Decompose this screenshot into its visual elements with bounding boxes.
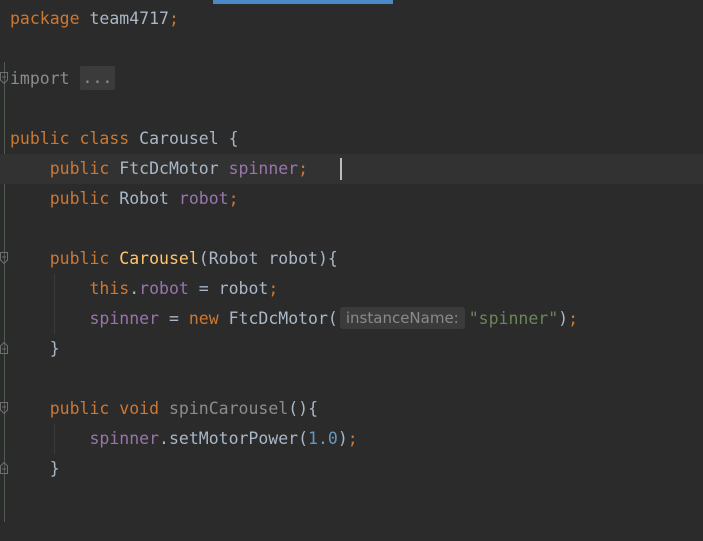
semicolon: ; (168, 9, 179, 28)
dot: . (129, 279, 140, 298)
code-line-method-decl[interactable]: public void spinCarousel(){ (10, 394, 318, 424)
code-line-assign-spinner[interactable]: spinner = new FtcDcMotor(instanceName: "s… (10, 304, 578, 334)
parameters: (Robot robot){ (198, 249, 338, 268)
method-call: .setMotorPower( (159, 429, 309, 448)
code-line-constructor[interactable]: public Carousel(Robot robot){ (10, 244, 338, 274)
code-line-assign-robot[interactable]: this.robot = robot; (10, 274, 278, 304)
semicolon: ; (298, 159, 309, 178)
code-line-set-power[interactable]: spinner.setMotorPower(1.0); (10, 424, 358, 454)
keyword: import (10, 69, 70, 88)
constructor-name: Carousel (119, 249, 199, 268)
brace: { (228, 129, 239, 148)
code-line-field-spinner[interactable]: public FtcDcMotor spinner; (10, 154, 308, 184)
code-editor[interactable]: package team4717; import ... public clas… (0, 0, 703, 541)
fold-toggle-icon[interactable] (0, 402, 8, 414)
keyword: public (49, 249, 110, 268)
semicolon: ; (228, 189, 239, 208)
package-name: team4717 (89, 9, 169, 28)
keyword: new (188, 309, 219, 328)
folded-imports[interactable]: ... (79, 66, 116, 90)
semicolon: ; (268, 279, 279, 298)
fold-end-icon[interactable] (0, 462, 8, 474)
text-caret (340, 158, 342, 180)
class-name: Carousel (139, 129, 219, 148)
code-line-package[interactable]: package team4717; (10, 4, 179, 34)
string-literal: "spinner" (468, 309, 559, 328)
code-line-import[interactable]: import ... (10, 64, 116, 94)
semicolon: ; (347, 429, 358, 448)
fold-end-icon[interactable] (0, 342, 8, 354)
assignment-operator: = (159, 309, 189, 328)
code-line-close-brace[interactable]: } (10, 334, 60, 364)
keyword: public (49, 399, 110, 418)
parameter-hint: instanceName: (339, 307, 465, 329)
code-line-close-brace[interactable]: } (10, 454, 60, 484)
code-line-class-decl[interactable]: public class Carousel { (10, 124, 239, 154)
editor-tab-indicator (213, 0, 393, 4)
number-literal: 1.0 (308, 429, 338, 448)
method-name: spinCarousel (168, 399, 289, 418)
keyword: public (49, 159, 110, 178)
field-name: spinner (228, 159, 299, 178)
close-paren: ) (558, 309, 569, 328)
keyword: package (10, 9, 80, 28)
fold-toggle-icon[interactable] (0, 252, 8, 264)
constructor-call: FtcDcMotor( (218, 309, 338, 328)
assignment: = robot (188, 279, 269, 298)
field-name: robot (139, 279, 189, 298)
type-name: FtcDcMotor (119, 159, 219, 178)
keyword: this (89, 279, 130, 298)
keyword: public (49, 189, 110, 208)
field-name: spinner (89, 429, 160, 448)
semicolon: ; (568, 309, 579, 328)
method-params: (){ (288, 399, 319, 418)
keyword: public (10, 129, 70, 148)
field-name: spinner (89, 309, 160, 328)
brace: } (49, 339, 60, 358)
field-name: robot (178, 189, 229, 208)
gutter-line (4, 62, 5, 522)
fold-toggle-icon[interactable] (0, 72, 8, 84)
keyword: void (119, 399, 160, 418)
close-paren: ) (337, 429, 348, 448)
brace: } (49, 459, 60, 478)
type-name: Robot (119, 189, 169, 208)
keyword: class (79, 129, 130, 148)
code-line-field-robot[interactable]: public Robot robot; (10, 184, 239, 214)
